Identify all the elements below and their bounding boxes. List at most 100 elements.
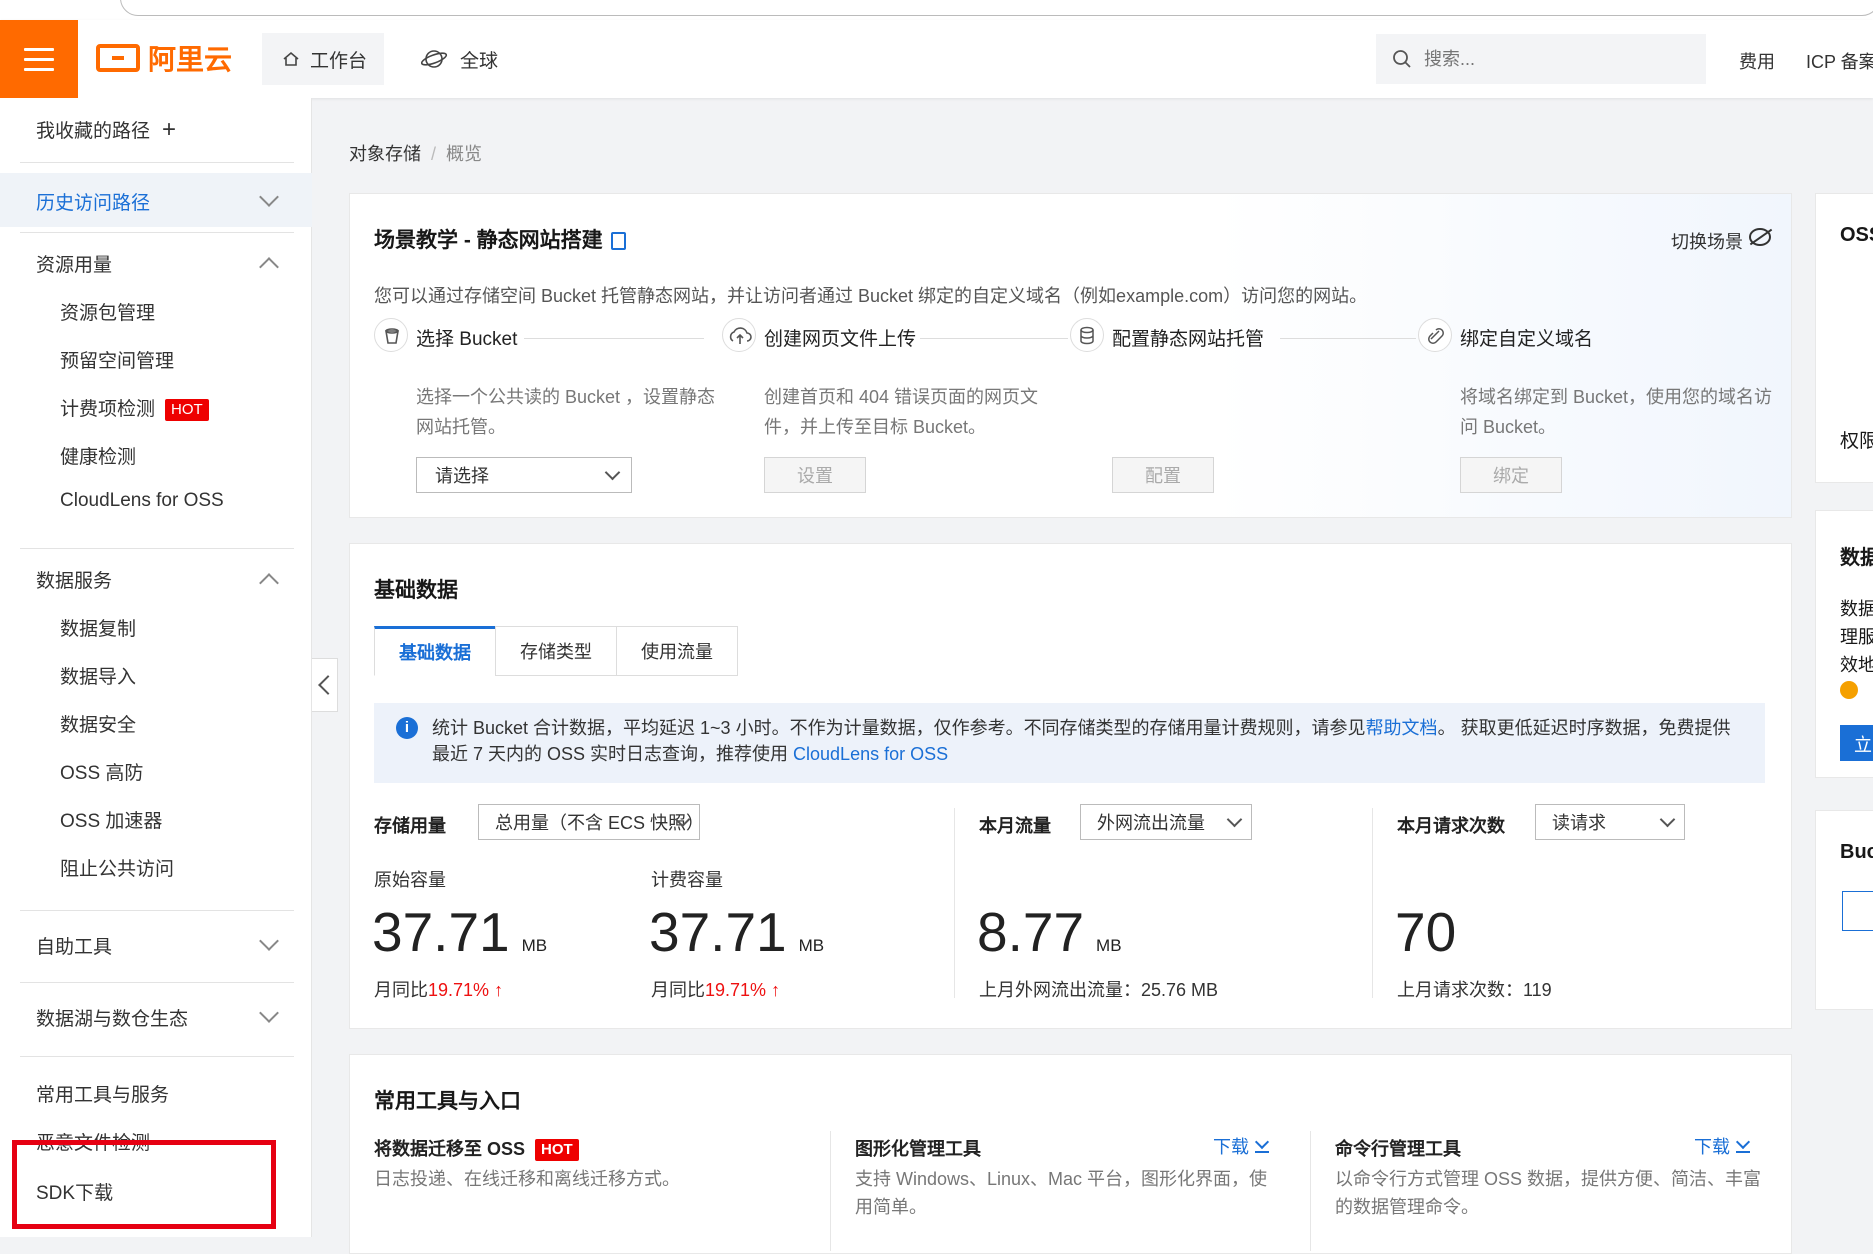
cli-download-link[interactable]: 下载 [1694,1133,1750,1159]
sidebar-favorites[interactable]: 我收藏的路径 + [36,116,176,144]
sidebar-collapse-button[interactable] [312,658,338,712]
right-card-oss: OSS 权限 [1815,193,1873,483]
bucket-select-value: 请选择 [435,466,489,486]
step-connector [920,338,1068,339]
search-input[interactable] [1424,48,1684,70]
traffic-type-select[interactable]: 外网流出流量 [1080,804,1252,840]
sidebar-divider [20,1056,294,1057]
browser-url-bar [0,0,1873,20]
step-title: 绑定自定义域名 [1460,329,1594,350]
tab-storage-type[interactable]: 存储类型 [495,626,617,676]
sidebar-group-data-lake[interactable]: 数据湖与数仓生态 [36,1004,188,1031]
tool-cli-desc: 以命令行方式管理 OSS 数据，提供方便、简洁、丰富的数据管理命令。 [1335,1169,1762,1217]
switch-scene-button[interactable]: 切换场景 [1671,228,1743,254]
nav-icp-link[interactable]: ICP 备案 [1806,48,1873,74]
url-input[interactable] [120,0,1873,16]
bucket-select-dropdown[interactable]: 请选择 [416,457,632,493]
sidebar-item-data-replication[interactable]: 数据复制 [60,614,136,641]
monthly-requests-label: 本月请求次数 [1397,816,1505,836]
info-notice: i 统计 Bucket 合计数据，平均延迟 1~3 小时。不作为计量数据，仅作参… [374,703,1765,783]
right-card-button[interactable]: 立 [1840,725,1873,761]
gui-download-link[interactable]: 下载 [1213,1133,1269,1159]
sidebar-divider [20,910,294,911]
chevron-down-icon[interactable] [259,1003,279,1023]
logo-text: 阿里云 [148,44,233,75]
info-text: 最近 7 天内的 OSS 实时日志查询，推荐使用 [432,744,794,764]
monthly-traffic-label: 本月流量 [979,816,1051,836]
clipboard-icon[interactable] [610,232,626,251]
cloud-upload-icon [722,318,756,352]
configure-button[interactable]: 配置 [1112,457,1214,493]
sidebar-item-reserved-space[interactable]: 预留空间管理 [60,346,174,373]
sidebar-group-common-tools[interactable]: 常用工具与服务 [36,1080,169,1107]
chevron-down-icon[interactable] [259,931,279,951]
nav-fee-link[interactable]: 费用 [1739,48,1775,74]
aliyun-logo-mark [96,44,140,72]
right-card-title: OSS [1840,224,1873,246]
help-doc-link[interactable]: 帮助文档 [1366,718,1438,738]
storage-usage-label: 存储用量 [374,816,446,836]
bind-button[interactable]: 绑定 [1460,457,1562,493]
scene-title: 场景教学 - 静态网站搭建 [374,224,626,254]
tool-cli-title: 命令行管理工具 [1335,1139,1461,1159]
hamburger-menu-button[interactable] [0,20,78,98]
storage-type-select[interactable]: 总用量（不含 ECS 快照） [478,804,704,840]
chevron-up-icon[interactable] [259,573,279,593]
tab-basic-data[interactable]: 基础数据 [374,626,496,676]
tool-migration-desc: 日志投递、在线迁移和离线迁移方式。 [374,1169,680,1189]
last-month-traffic: 上月外网流出流量：25.76 MB [979,980,1219,1000]
step-description: 选择一个公共读的 Bucket ，设置静态网站托管。 [416,387,716,437]
column-divider [1372,808,1373,998]
aliyun-logo[interactable]: 阿里云 [96,38,232,78]
eye-off-icon[interactable] [1749,228,1771,246]
arrow-up-icon: ↑ [489,980,504,1000]
download-label: 下载 [1694,1137,1730,1157]
column-divider [1310,1131,1311,1251]
breadcrumb-root[interactable]: 对象存储 [349,144,421,164]
tool-migration-title[interactable]: 将数据迁移至 OSS HOT [374,1135,579,1162]
basic-data-title: 基础数据 [374,579,458,602]
right-card-input[interactable] [1842,891,1873,931]
mom-percent: 19.71% [428,980,490,1000]
sidebar-item-billing-check[interactable]: 计费项检测 HOT [60,394,209,421]
common-tools-card: 常用工具与入口 将数据迁移至 OSS HOT 日志投递、在线迁移和离线迁移方式。 … [349,1054,1792,1254]
download-icon [1736,1139,1750,1153]
sidebar-item-data-security[interactable]: 数据安全 [60,710,136,737]
plus-icon[interactable]: + [162,116,176,143]
tab-usage-traffic[interactable]: 使用流量 [616,626,738,676]
warning-icon [1840,681,1858,699]
breadcrumb: 对象存储 / 概览 [349,140,482,166]
step-connector [524,338,704,339]
right-card-data: 数据 数据 理服 效地 立 [1815,510,1873,778]
mom-percent: 19.71% [705,980,767,1000]
sidebar-group-self-tools[interactable]: 自助工具 [36,932,112,959]
request-type-select[interactable]: 读请求 [1535,804,1685,840]
breadcrumb-current: 概览 [446,144,483,164]
region-global-button[interactable]: 全球 [420,33,498,85]
sidebar-divider [20,548,294,549]
workbench-button[interactable]: 工作台 [262,33,384,85]
sidebar-item-oss-accelerator[interactable]: OSS 加速器 [60,806,162,833]
global-label: 全球 [460,50,499,72]
sidebar-item-health-check[interactable]: 健康检测 [60,442,136,469]
sidebar-item-resource-pack[interactable]: 资源包管理 [60,298,155,325]
cloudlens-link[interactable]: CloudLens for OSS [793,744,948,764]
sidebar-item-data-import[interactable]: 数据导入 [60,662,136,689]
setup-button[interactable]: 设置 [764,457,866,493]
chevron-down-icon [1226,811,1243,828]
sidebar-history-label[interactable]: 历史访问路径 [36,188,150,215]
home-icon [283,51,299,66]
sidebar-item-oss-ddos[interactable]: OSS 高防 [60,758,143,785]
search-box[interactable] [1376,34,1706,84]
sidebar-item-cloudlens[interactable]: CloudLens for OSS [60,490,224,512]
traffic-number: 8.77 [977,901,1085,963]
sidebar-item-block-public-access[interactable]: 阻止公共访问 [60,854,174,881]
basic-data-card: 基础数据 基础数据 存储类型 使用流量 i 统计 Bucket 合计数据，平均延… [349,543,1792,1029]
raw-capacity-label: 原始容量 [374,870,446,890]
sidebar-group-resource-usage[interactable]: 资源用量 [36,250,112,277]
step-title: 配置静态网站托管 [1112,329,1265,350]
billing-mom: 月同比19.71% ↑ [651,976,780,1002]
chevron-up-icon[interactable] [259,257,279,277]
search-icon [1393,50,1411,68]
sidebar-group-data-services[interactable]: 数据服务 [36,566,112,593]
